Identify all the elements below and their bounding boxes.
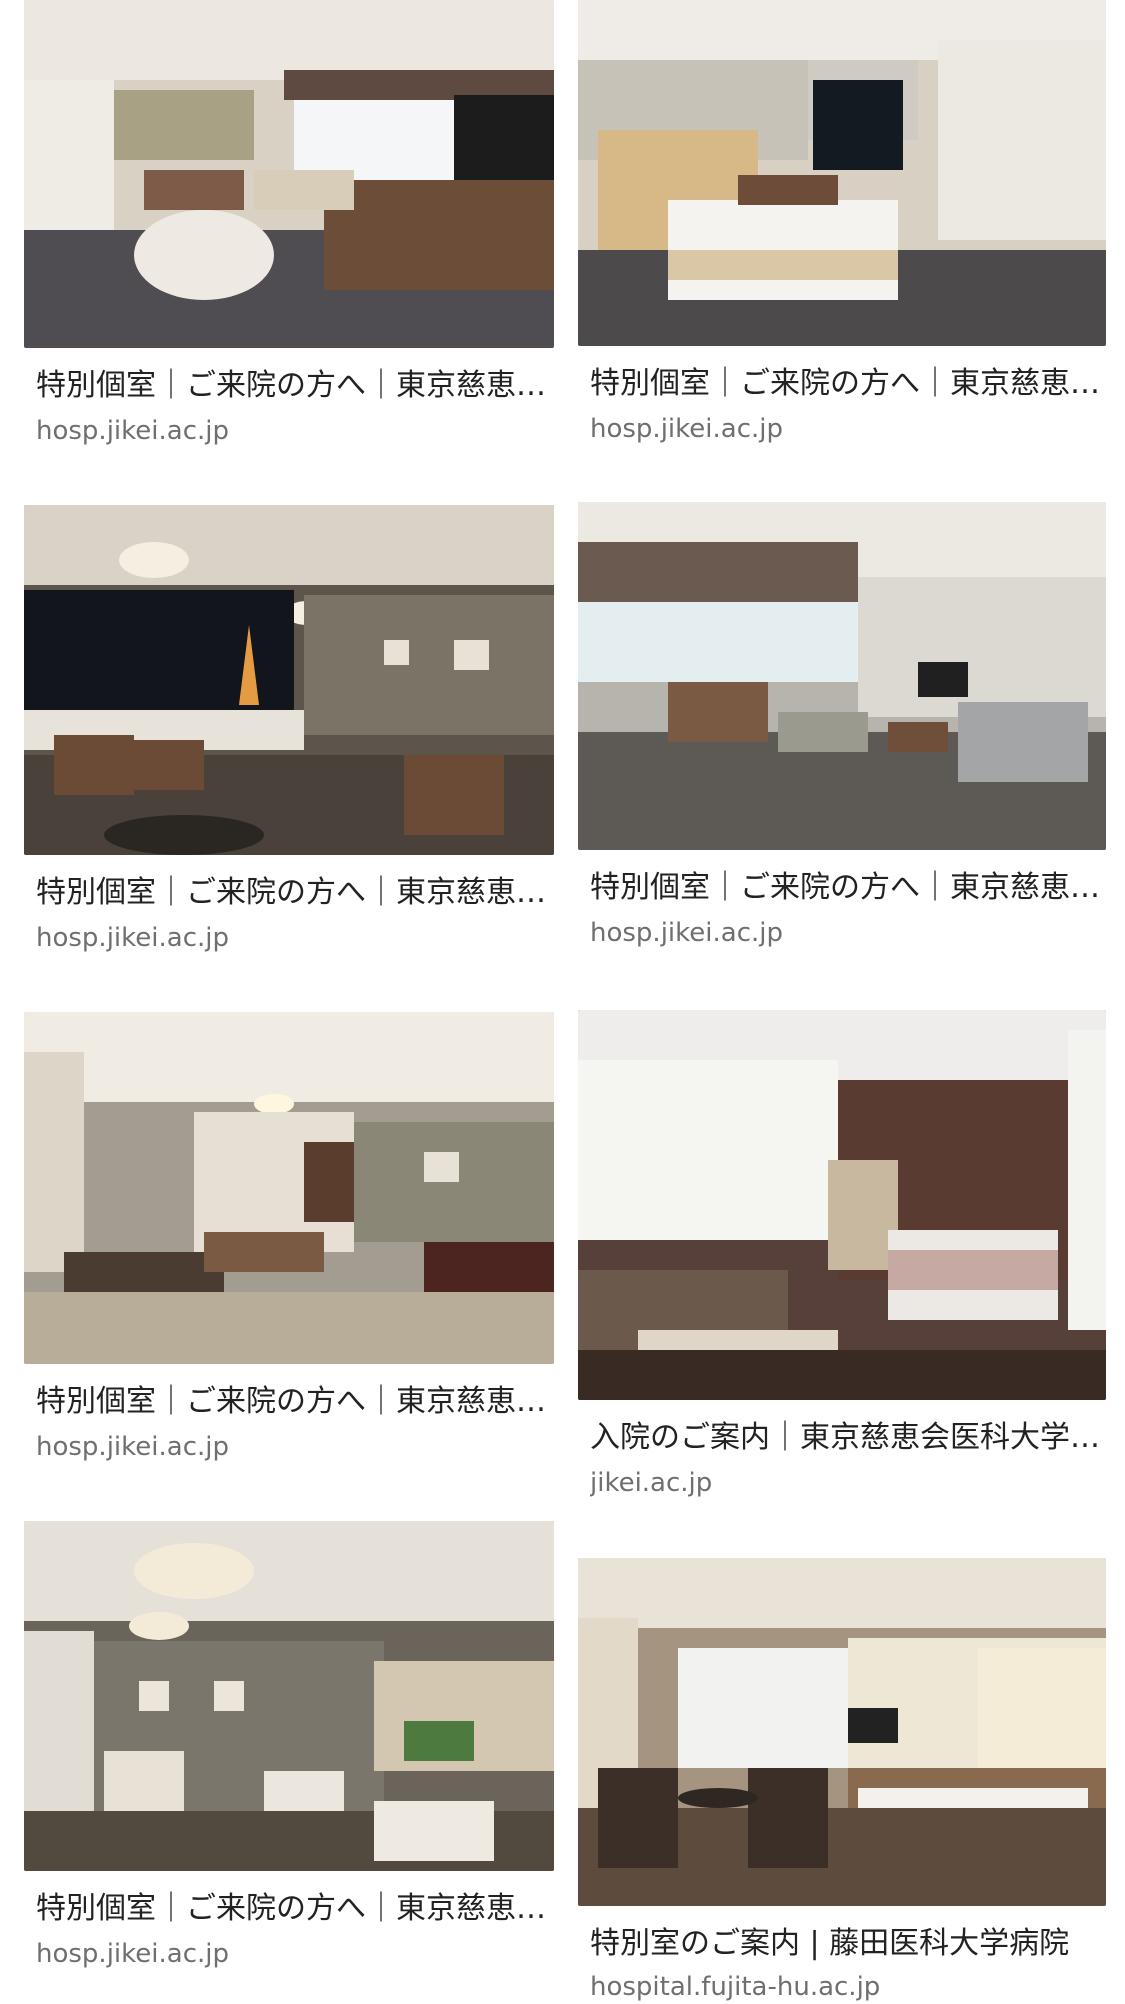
result-domain: hosp.jikei.ac.jp — [36, 1939, 229, 1969]
image-result-card[interactable]: 特別個室｜ご来院の方へ｜東京慈恵会医科大学附属病院 hosp.jikei.ac.… — [24, 0, 554, 460]
result-thumbnail[interactable] — [578, 0, 1106, 346]
result-title[interactable]: 特別個室｜ご来院の方へ｜東京慈恵会医科大学附属病院 — [590, 364, 1102, 404]
result-title[interactable]: 特別個室｜ご来院の方へ｜東京慈恵会医科大学附属病院 — [36, 1382, 550, 1422]
result-domain: hosp.jikei.ac.jp — [36, 416, 229, 446]
image-result-card[interactable]: 特別個室｜ご来院の方へ｜東京慈恵会医科大学附属病院 hosp.jikei.ac.… — [24, 1521, 554, 1981]
image-result-card[interactable]: 特別個室｜ご来院の方へ｜東京慈恵会医科大学附属病院 hosp.jikei.ac.… — [578, 502, 1106, 962]
result-thumbnail[interactable] — [24, 1521, 554, 1871]
result-thumbnail[interactable] — [578, 1010, 1106, 1400]
result-thumbnail[interactable] — [578, 502, 1106, 850]
result-thumbnail[interactable] — [578, 1558, 1106, 1906]
result-title[interactable]: 特別個室｜ご来院の方へ｜東京慈恵会医科大学附属病院 — [36, 366, 550, 406]
result-domain: jikei.ac.jp — [590, 1468, 713, 1498]
image-result-card[interactable]: 特別室のご案内 | 藤田医科大学病院 hospital.fujita-hu.ac… — [578, 1558, 1106, 2002]
result-title[interactable]: 特別個室｜ご来院の方へ｜東京慈恵会医科大学附属病院 — [590, 868, 1102, 908]
result-title[interactable]: 特別室のご案内 | 藤田医科大学病院 — [590, 1924, 1102, 1964]
result-domain: hosp.jikei.ac.jp — [36, 923, 229, 953]
result-thumbnail[interactable] — [24, 1012, 554, 1364]
image-results-grid: 特別個室｜ご来院の方へ｜東京慈恵会医科大学附属病院 hosp.jikei.ac.… — [0, 0, 1125, 2002]
result-domain: hosp.jikei.ac.jp — [590, 918, 783, 948]
image-result-card[interactable]: 特別個室｜ご来院の方へ｜東京慈恵会医科大学附属病院 hosp.jikei.ac.… — [24, 1012, 554, 1472]
result-thumbnail[interactable] — [24, 505, 554, 855]
result-title[interactable]: 特別個室｜ご来院の方へ｜東京慈恵会医科大学附属病院 — [36, 1889, 550, 1929]
image-result-card[interactable]: 特別個室｜ご来院の方へ｜東京慈恵会医科大学附属病院 hosp.jikei.ac.… — [24, 505, 554, 965]
result-domain: hosp.jikei.ac.jp — [590, 414, 783, 444]
result-title[interactable]: 入院のご案内｜東京慈恵会医科大学附属病院 — [590, 1418, 1102, 1458]
result-title[interactable]: 特別個室｜ご来院の方へ｜東京慈恵会医科大学附属病院 — [36, 873, 550, 913]
result-thumbnail[interactable] — [24, 0, 554, 348]
result-domain: hosp.jikei.ac.jp — [36, 1432, 229, 1462]
result-domain: hospital.fujita-hu.ac.jp — [590, 1972, 881, 2002]
image-result-card[interactable]: 特別個室｜ご来院の方へ｜東京慈恵会医科大学附属病院 hosp.jikei.ac.… — [578, 0, 1106, 460]
image-result-card[interactable]: 入院のご案内｜東京慈恵会医科大学附属病院 jikei.ac.jp — [578, 1010, 1106, 1510]
